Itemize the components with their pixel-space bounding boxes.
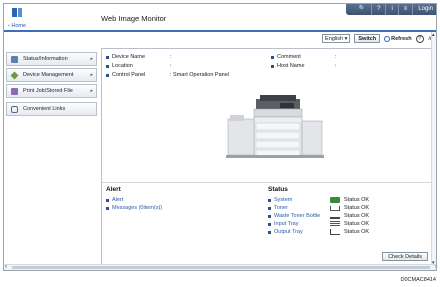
toner-icon <box>330 205 340 211</box>
host-name-row: Host Name : <box>271 63 337 69</box>
nav-item-device-management[interactable]: Device Management ▸ <box>6 68 97 82</box>
input-tray-icon <box>330 221 340 227</box>
app-title: Web Image Monitor <box>101 14 167 23</box>
status-title: Status <box>268 186 288 193</box>
alert-link[interactable]: Alert <box>106 196 162 204</box>
info-icon[interactable]: i <box>385 4 397 15</box>
help-icon[interactable]: ? <box>371 4 385 15</box>
status-row-system: System Status OK <box>268 196 369 204</box>
chevron-right-icon: ▸ <box>90 72 93 78</box>
check-details-button[interactable]: Check Details <box>382 252 428 261</box>
print-icon <box>11 87 18 95</box>
login-button[interactable]: Login <box>412 4 436 15</box>
system-icon <box>330 197 340 203</box>
menu-icon[interactable]: ≡ <box>397 4 413 15</box>
search-icon[interactable]: 🔍 <box>354 4 371 15</box>
language-select[interactable]: English ▾ <box>322 34 351 43</box>
chevron-right-icon: ▸ <box>90 88 93 94</box>
status-list: System Status OK Toner Status OK Waste T… <box>268 196 369 236</box>
refresh-icon <box>384 35 391 42</box>
scroll-up-icon[interactable]: ▴ <box>432 32 435 38</box>
left-navigation: Status/Information ▸ Device Management ▸… <box>6 52 97 118</box>
header-divider <box>4 30 436 32</box>
nav-item-status-information[interactable]: Status/Information ▸ <box>6 52 97 66</box>
messages-link[interactable]: Messages (0item(s)) <box>106 204 162 212</box>
ricoh-logo-icon <box>12 8 22 17</box>
waste-toner-icon <box>330 214 340 219</box>
refresh-button[interactable]: Refresh <box>384 35 412 42</box>
scroll-right-icon[interactable]: › <box>435 264 436 270</box>
info-icon <box>11 55 18 63</box>
horizontal-scrollbar[interactable]: ‹ › <box>4 264 436 270</box>
main-panel: Device Name : Location : Control Panel :… <box>101 48 433 266</box>
nav-item-convenient-links[interactable]: Convenient Links <box>6 102 97 116</box>
status-row-toner: Toner Status OK <box>268 204 369 212</box>
chevron-right-icon: ▸ <box>90 56 93 62</box>
alert-list: Alert Messages (0item(s)) <box>106 196 162 212</box>
status-row-waste-toner: Waste Toner Bottle Status OK <box>268 212 369 220</box>
location-row: Location : <box>106 63 172 69</box>
browser-frame: Web Image Monitor ‹ Home 🔍 ? i ≡ Login E… <box>3 3 437 271</box>
help-button[interactable]: ? <box>415 34 424 43</box>
alert-title: Alert <box>106 186 121 193</box>
device-icon <box>10 71 19 79</box>
status-row-input-tray: Input Tray Status OK <box>268 220 369 228</box>
output-tray-icon <box>330 229 340 235</box>
device-name-row: Device Name : <box>106 54 172 60</box>
comment-row: Comment : <box>271 54 337 60</box>
header: Web Image Monitor ‹ Home 🔍 ? i ≡ Login <box>4 4 436 31</box>
scroll-left-icon[interactable]: ‹ <box>5 264 7 270</box>
vertical-scrollbar[interactable]: ▴ ▾ <box>431 32 436 266</box>
link-icon <box>11 105 18 113</box>
control-panel-row: Control Panel : Smart Operation Panel <box>106 72 229 78</box>
section-divider <box>102 182 432 183</box>
chevron-down-icon: ▾ <box>344 35 348 42</box>
control-row: English ▾ Switch Refresh ? ∧ <box>322 34 432 43</box>
figure-code: D0CMAC8414 <box>400 277 436 283</box>
scroll-thumb[interactable] <box>12 266 430 269</box>
printer-image <box>226 95 324 158</box>
status-row-output-tray: Output Tray Status OK <box>268 228 369 236</box>
nav-item-print-job[interactable]: Print Job/Stored File ▸ <box>6 84 97 98</box>
switch-button[interactable]: Switch <box>354 34 381 43</box>
header-toolbar: 🔍 ? i ≡ Login <box>346 4 436 15</box>
home-link[interactable]: ‹ Home <box>8 23 26 29</box>
